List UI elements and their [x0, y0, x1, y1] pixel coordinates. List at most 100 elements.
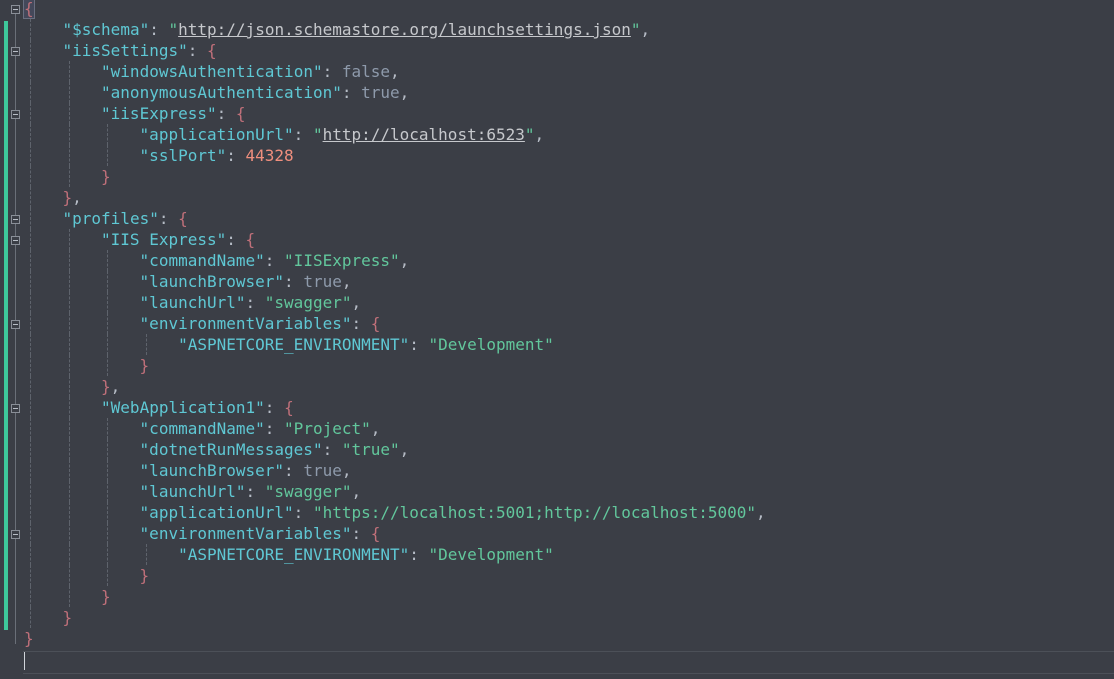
code-line[interactable]: }: [101, 166, 111, 187]
code-line[interactable]: },: [101, 376, 120, 397]
token-str: "https://localhost:5001;http://localhost…: [312, 503, 757, 522]
code-line[interactable]: }: [24, 628, 34, 649]
indent-guide: [30, 607, 31, 628]
token-punct: :: [226, 230, 246, 249]
indent-guide: [107, 145, 109, 166]
indent-guide: [107, 418, 109, 439]
code-line[interactable]: "environmentVariables": {: [140, 523, 381, 544]
fold-collapse-icon[interactable]: [11, 236, 20, 245]
token-punct: :: [351, 314, 371, 333]
token-str: ": [524, 125, 535, 144]
token-punct: ,: [351, 293, 362, 312]
code-line[interactable]: "environmentVariables": {: [140, 313, 381, 334]
code-line[interactable]: "sslPort": 44328: [140, 145, 294, 166]
code-line[interactable]: "commandName": "IISExpress",: [140, 250, 410, 271]
fold-collapse-icon[interactable]: [11, 530, 20, 539]
code-line[interactable]: {: [23, 0, 35, 19]
indent-guide: [68, 250, 70, 271]
token-punct: :: [245, 482, 265, 501]
code-line[interactable]: }: [140, 565, 150, 586]
code-line[interactable]: "$schema": "http://json.schemastore.org/…: [63, 19, 651, 40]
code-line[interactable]: "launchBrowser": true,: [140, 460, 352, 481]
code-line[interactable]: "ASPNETCORE_ENVIRONMENT": "Development": [178, 334, 554, 355]
token-punct: ,: [351, 482, 362, 501]
indent-guide: [30, 397, 31, 418]
token-punct: :: [216, 104, 236, 123]
fold-collapse-icon[interactable]: [11, 404, 20, 413]
token-punct: :: [226, 146, 246, 165]
indent-guide: [68, 439, 70, 460]
code-line[interactable]: "commandName": "Project",: [140, 418, 381, 439]
code-line[interactable]: "ASPNETCORE_ENVIRONMENT": "Development": [178, 544, 554, 565]
token-key: "anonymousAuthentication": [101, 83, 342, 102]
indent-guide: [30, 586, 31, 607]
code-line[interactable]: "applicationUrl": "http://localhost:6523…: [140, 124, 545, 145]
token-key: "iisSettings": [62, 41, 188, 60]
indent-guide: [68, 376, 70, 397]
token-key: "launchBrowser": [139, 272, 285, 291]
token-url[interactable]: http://localhost:6523: [323, 125, 525, 144]
fold-collapse-icon[interactable]: [11, 5, 20, 14]
fold-collapse-icon[interactable]: [11, 47, 20, 56]
token-key: "windowsAuthentication": [101, 62, 323, 81]
token-key: "environmentVariables": [139, 524, 352, 543]
indent-guide: [30, 460, 31, 481]
code-line[interactable]: },: [63, 187, 82, 208]
indent-guide: [107, 292, 109, 313]
indent-guide: [30, 124, 31, 145]
code-line[interactable]: "IIS Express": {: [101, 229, 255, 250]
code-line[interactable]: "windowsAuthentication": false,: [101, 61, 400, 82]
indent-guide: [107, 313, 109, 334]
current-line-highlight: [23, 651, 1114, 674]
code-line[interactable]: }: [101, 586, 111, 607]
token-num: 44328: [245, 146, 294, 165]
token-key: "applicationUrl": [139, 503, 294, 522]
code-line[interactable]: "iisExpress": {: [101, 103, 246, 124]
code-line[interactable]: "profiles": {: [63, 208, 188, 229]
token-punct: :: [264, 419, 285, 438]
token-str: "IISExpress": [284, 251, 400, 270]
token-punct: ,: [110, 377, 121, 396]
fold-collapse-icon[interactable]: [11, 110, 20, 119]
token-str: ": [630, 20, 641, 39]
code-line[interactable]: "launchUrl": "swagger",: [140, 292, 362, 313]
indent-guide: [30, 208, 31, 229]
indent-guide: [30, 439, 31, 460]
token-punct: :: [322, 62, 342, 81]
indent-guide: [68, 355, 70, 376]
indent-guide: [30, 355, 31, 376]
indent-guide: [68, 103, 70, 124]
fold-collapse-icon[interactable]: [11, 320, 20, 329]
token-kw: true: [303, 272, 342, 291]
token-brace: {: [178, 209, 188, 228]
code-line[interactable]: "iisSettings": {: [63, 40, 217, 61]
indent-guide: [68, 292, 70, 313]
code-line[interactable]: "launchUrl": "swagger",: [140, 481, 362, 502]
indent-guide: [145, 334, 147, 355]
token-punct: :: [409, 545, 429, 564]
token-kw: true: [303, 461, 342, 480]
indent-guide: [68, 502, 70, 523]
token-key: "ASPNETCORE_ENVIRONMENT": [178, 545, 410, 564]
code-line[interactable]: "applicationUrl": "https://localhost:500…: [140, 502, 766, 523]
token-key: "commandName": [139, 251, 265, 270]
indent-guide: [68, 586, 70, 607]
indent-guide: [30, 229, 31, 250]
token-key: "dotnetRunMessages": [139, 440, 323, 459]
indent-guide: [107, 355, 109, 376]
code-editor[interactable]: { "$schema": "http://json.schemastore.org…: [0, 0, 1114, 679]
indent-guide: [30, 250, 31, 271]
fold-collapse-icon[interactable]: [11, 215, 20, 224]
code-line[interactable]: "anonymousAuthentication": true,: [101, 82, 409, 103]
indent-guide: [68, 271, 70, 292]
code-line[interactable]: "launchBrowser": true,: [140, 271, 352, 292]
indent-guide: [30, 40, 31, 61]
token-url[interactable]: http://json.schemastore.org/launchsettin…: [178, 20, 631, 39]
code-line[interactable]: }: [140, 355, 150, 376]
code-line[interactable]: "dotnetRunMessages": "true",: [140, 439, 410, 460]
indent-guide: [30, 544, 31, 565]
indent-guide: [68, 124, 70, 145]
code-line[interactable]: "WebApplication1": {: [101, 397, 294, 418]
token-punct: ,: [534, 125, 545, 144]
code-line[interactable]: }: [63, 607, 73, 628]
